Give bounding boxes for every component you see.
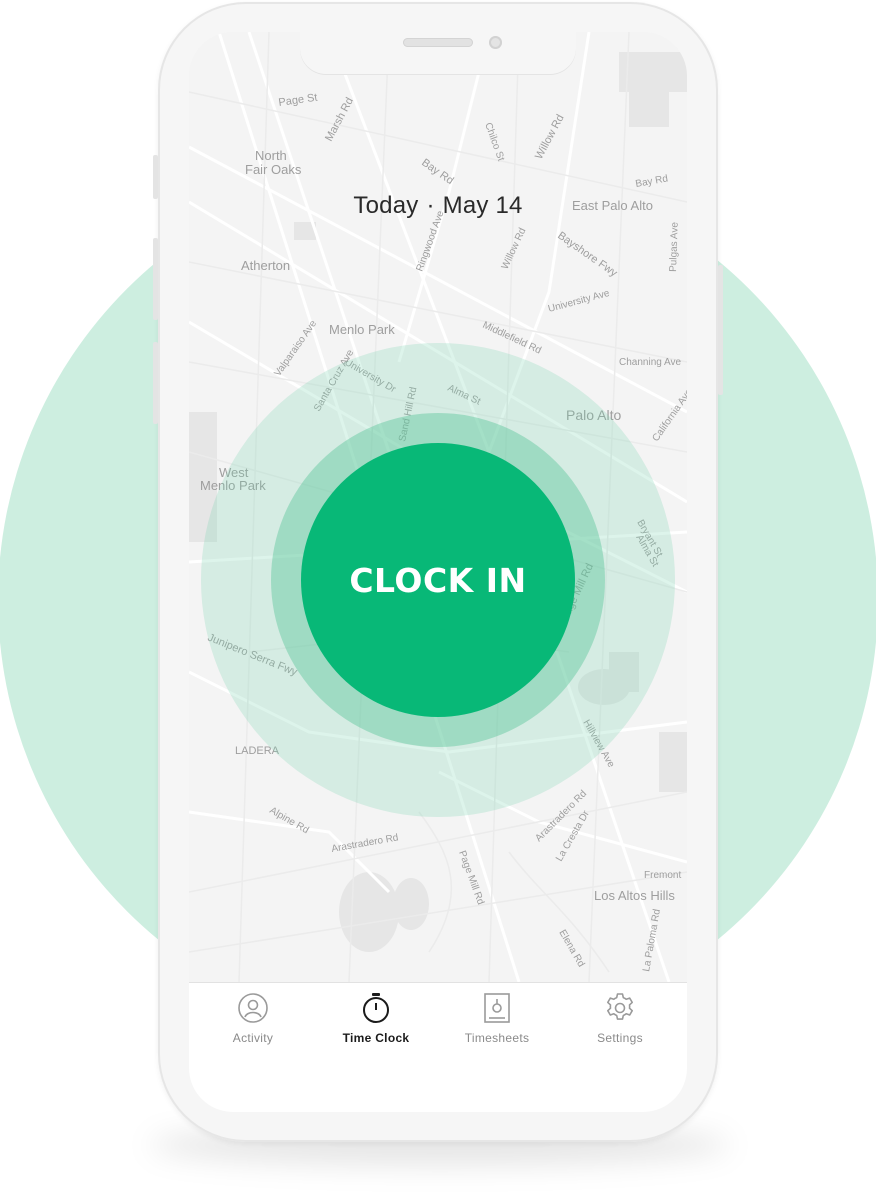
map-label: Atherton <box>241 258 290 273</box>
phone-power-button <box>718 265 723 395</box>
map-label: Menlo Park <box>329 322 395 337</box>
tab-activity[interactable]: Activity <box>191 991 315 1061</box>
phone-mute-switch <box>153 155 158 199</box>
tab-time-clock[interactable]: Time Clock <box>314 991 438 1061</box>
tab-settings[interactable]: Settings <box>558 991 682 1061</box>
tab-timesheets-label: Timesheets <box>464 1031 530 1045</box>
date-value: May 14 <box>442 192 523 219</box>
device-notch <box>300 32 576 74</box>
map-label: Fair Oaks <box>245 162 302 177</box>
map-label: Los Altos Hills <box>594 888 675 903</box>
tab-activity-label: Activity <box>232 1031 274 1045</box>
gear-icon <box>607 993 633 1020</box>
tab-timesheets[interactable]: Timesheets <box>435 991 559 1061</box>
tab-settings-label: Settings <box>597 1031 643 1045</box>
date-separator: · <box>426 192 435 219</box>
phone-screen: Page St Marsh Rd North Fair Oaks Bay Rd … <box>189 32 687 1112</box>
tab-time-clock-label: Time Clock <box>342 1031 410 1045</box>
clock-in-button[interactable]: CLOCK IN <box>301 443 575 717</box>
map-label: Fremont <box>644 870 681 881</box>
date-header: Today · May 14 <box>189 192 687 220</box>
date-day-label: Today <box>353 192 419 219</box>
activity-icon <box>238 993 268 1023</box>
timesheet-icon <box>484 993 510 1023</box>
speaker-grille <box>403 38 473 47</box>
front-camera <box>489 36 502 49</box>
phone-volume-up-button <box>153 238 158 320</box>
map-label: North <box>255 148 287 163</box>
tab-bar: Activity Time Clock Timesheets Settings <box>189 982 687 1112</box>
map-label: Pulgas Ave <box>668 221 681 272</box>
phone-volume-down-button <box>153 342 158 424</box>
stopwatch-icon <box>363 993 389 1023</box>
map-label: Channing Ave <box>619 357 682 368</box>
